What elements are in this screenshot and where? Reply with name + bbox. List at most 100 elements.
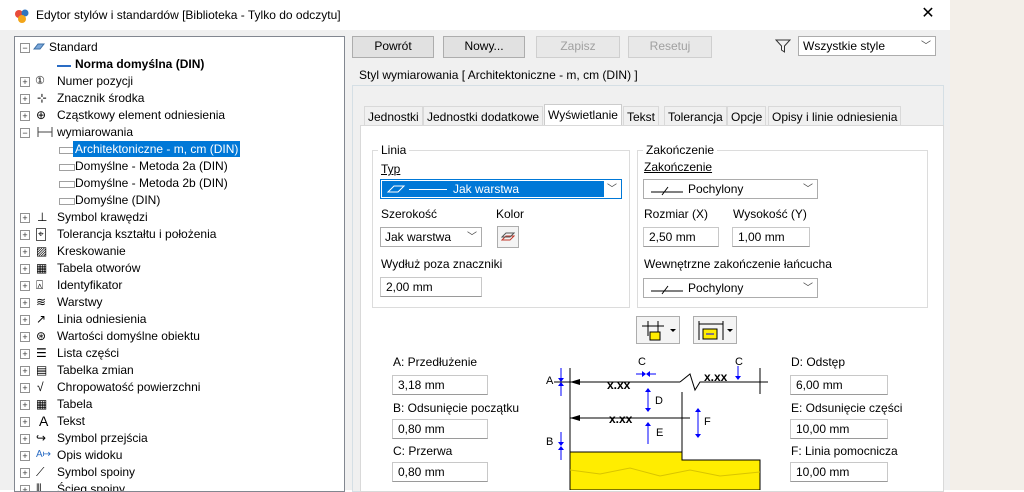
inner-end-dropdown[interactable]: Pochylony ﹀ xyxy=(643,278,818,298)
tree-item-symbol-spoiny[interactable]: Symbol spoiny xyxy=(57,464,135,480)
expand-icon[interactable]: + xyxy=(20,230,30,240)
tree-item-opis-widoku[interactable]: Opis widoku xyxy=(57,447,122,463)
param-e-input[interactable]: 10,00 mm xyxy=(790,419,888,439)
param-a-label: A: Przedłużenie xyxy=(393,355,478,369)
expand-icon[interactable]: + xyxy=(20,247,30,257)
style-filter-value: Wszystkie style xyxy=(803,39,886,53)
color-button[interactable] xyxy=(497,226,519,248)
hatch-icon: ▨ xyxy=(36,244,48,258)
param-d-input[interactable]: 6,00 mm xyxy=(790,375,888,395)
tree-item-tabelka-zmian[interactable]: Tabelka zmian xyxy=(57,362,134,378)
end-dropdown[interactable]: Pochylony ﹀ xyxy=(643,179,818,199)
tree-item-symbol-krawedzi[interactable]: Symbol krawędzi xyxy=(57,209,148,225)
diagram-label-b: B xyxy=(546,436,554,448)
back-button[interactable]: Powrót xyxy=(352,36,434,58)
tree-item-lista-czesci[interactable]: Lista części xyxy=(57,345,119,361)
expand-icon[interactable]: + xyxy=(20,383,30,393)
expand-icon[interactable]: + xyxy=(20,264,30,274)
tree-item-numer-pozycji[interactable]: Numer pozycji xyxy=(57,73,133,89)
tree-item-architektoniczne[interactable]: Architektoniczne - m, cm (DIN) xyxy=(73,141,241,157)
tree-item-warstwy[interactable]: Warstwy xyxy=(57,294,103,310)
tree-item-tabela-otworow[interactable]: Tabela otworów xyxy=(57,260,140,276)
tree-item-wartosci-domyslne[interactable]: Wartości domyślne obiektu xyxy=(57,328,200,344)
text-icon: A xyxy=(39,413,49,429)
expand-icon[interactable]: + xyxy=(20,417,30,427)
tree-item-linia-odniesienia[interactable]: Linia odniesienia xyxy=(57,311,146,327)
expand-icon[interactable]: + xyxy=(20,332,30,342)
expand-icon[interactable]: + xyxy=(20,400,30,410)
size-x-label: Rozmiar (X) xyxy=(644,207,709,221)
tab-jednostki-dodatkowe[interactable]: Jednostki dodatkowe xyxy=(423,106,544,127)
tree-item-chropowatosc[interactable]: Chropowatość powierzchni xyxy=(57,379,200,395)
tab-wyswietlanie[interactable]: Wyświetlanie xyxy=(544,104,622,127)
expand-icon[interactable]: + xyxy=(20,298,30,308)
tree-item-domyslne-din[interactable]: Domyślne (DIN) xyxy=(75,192,160,208)
close-icon[interactable]: ✕ xyxy=(917,4,939,24)
inner-end-label: Wewnętrzne zakończenie łańcucha xyxy=(644,257,832,271)
param-d-label: D: Odstęp xyxy=(791,355,846,369)
expand-icon[interactable]: + xyxy=(20,349,30,359)
dimension-style-icon xyxy=(59,198,75,205)
hole-table-icon: ▦ xyxy=(36,261,48,275)
param-f-input[interactable]: 10,00 mm xyxy=(790,462,888,482)
tree-item-tolerancja[interactable]: Tolerancja kształtu i położenia xyxy=(57,226,216,242)
diagram-dim-text-3: x.xx xyxy=(609,412,633,426)
expand-icon[interactable]: + xyxy=(20,315,30,325)
tree-item-znacznik-srodka[interactable]: Znacznik środka xyxy=(57,90,144,106)
center-mark-icon: ⊹ xyxy=(37,91,48,105)
line-width-dropdown[interactable]: Jak warstwa ﹀ xyxy=(380,227,482,247)
param-b-input[interactable]: 0,80 mm xyxy=(392,419,488,439)
tree-root-standard[interactable]: Standard xyxy=(49,39,98,55)
expand-icon[interactable]: + xyxy=(20,434,30,444)
expand-icon[interactable]: + xyxy=(20,468,30,478)
expand-icon[interactable]: + xyxy=(20,77,30,87)
tab-opcje[interactable]: Opcje xyxy=(727,106,767,127)
reset-button[interactable]: Resetuj xyxy=(628,36,712,58)
size-x-input[interactable]: 2,50 mm xyxy=(643,227,719,247)
object-defaults-icon: ⊛ xyxy=(36,329,47,343)
expand-icon[interactable]: + xyxy=(20,366,30,376)
param-c-input[interactable]: 0,80 mm xyxy=(392,462,488,482)
tab-jednostki[interactable]: Jednostki xyxy=(364,106,423,127)
expand-icon[interactable]: + xyxy=(20,213,30,223)
expand-icon[interactable]: + xyxy=(20,451,30,461)
part-shape xyxy=(569,451,761,490)
oblique-arrow-icon xyxy=(651,285,683,295)
tree-item-symbol-przejscia[interactable]: Symbol przejścia xyxy=(57,430,148,446)
tree-item-wymiarowania[interactable]: wymiarowania xyxy=(57,124,133,140)
collapse-icon[interactable]: − xyxy=(20,128,30,138)
tree-item-metoda-2a[interactable]: Domyślne - Metoda 2a (DIN) xyxy=(75,158,228,174)
style-tree[interactable]: − Standard Norma domyślna (DIN) + ① Nume… xyxy=(14,36,345,492)
diagram-dim-text-2: x.xx xyxy=(704,370,728,384)
tree-item-metoda-2b[interactable]: Domyślne - Metoda 2b (DIN) xyxy=(75,175,228,191)
expand-icon[interactable]: + xyxy=(20,111,30,121)
expand-icon[interactable]: + xyxy=(20,281,30,291)
tree-item-kreskowanie[interactable]: Kreskowanie xyxy=(57,243,126,259)
height-y-input[interactable]: 1,00 mm xyxy=(732,227,810,247)
tree-item-norma-domyslna[interactable]: Norma domyślna (DIN) xyxy=(75,56,204,72)
tree-item-identyfikator[interactable]: Identyfikator xyxy=(57,277,122,293)
param-a-input[interactable]: 3,18 mm xyxy=(392,375,488,395)
expand-icon[interactable]: + xyxy=(20,485,30,491)
style-filter-dropdown[interactable]: Wszystkie style ﹀ xyxy=(798,36,936,56)
window-title: Edytor stylów i standardów [Biblioteka -… xyxy=(36,8,341,22)
tree-item-czastkowy-element[interactable]: Cząstkowy element odniesienia xyxy=(57,107,225,123)
extension-line-options-button[interactable] xyxy=(636,316,680,344)
expand-icon[interactable]: + xyxy=(20,94,30,104)
tab-tolerancja[interactable]: Tolerancja xyxy=(664,106,727,127)
diagram-label-d: D xyxy=(655,395,663,407)
tree-item-tabela[interactable]: Tabela xyxy=(57,396,92,412)
tree-item-sciag-spoiny[interactable]: Ścieg spoiny xyxy=(57,481,125,491)
dimension-line-options-button[interactable] xyxy=(693,316,737,344)
new-button[interactable]: Nowy... xyxy=(443,36,525,58)
tree-item-tekst[interactable]: Tekst xyxy=(57,413,85,429)
tab-tekst[interactable]: Tekst xyxy=(623,106,660,127)
color-label: Kolor xyxy=(496,207,525,221)
line-type-dropdown[interactable]: Jak warstwa ﹀ xyxy=(380,179,622,199)
extend-input[interactable]: 2,00 mm xyxy=(380,277,482,297)
tab-opisy-linie[interactable]: Opisy i linie odniesienia xyxy=(768,106,902,127)
balloon-icon: ① xyxy=(35,75,45,87)
save-button[interactable]: Zapisz xyxy=(536,36,620,58)
dimension-icon xyxy=(37,127,53,137)
collapse-icon[interactable]: − xyxy=(20,43,30,53)
